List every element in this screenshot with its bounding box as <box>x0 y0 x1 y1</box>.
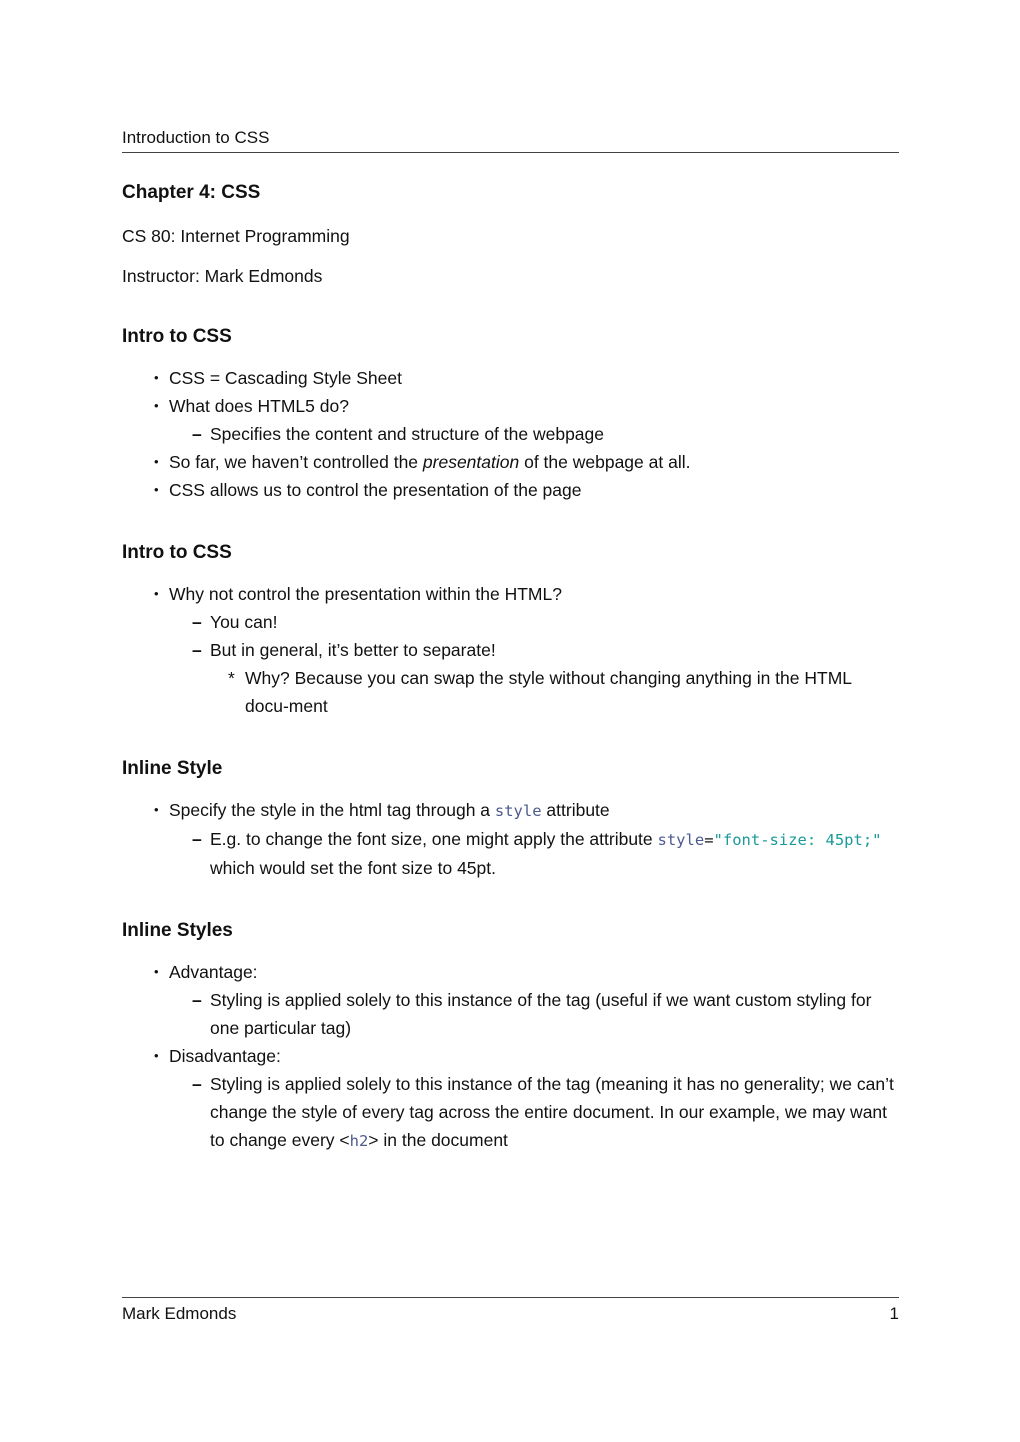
list-item: Specify the style in the html tag throug… <box>122 796 899 825</box>
section-heading: Inline Styles <box>122 920 233 941</box>
text: So far, we haven’t controlled the <box>169 452 423 472</box>
text: E.g. to change the font size, one might … <box>210 829 658 849</box>
chapter-title: Chapter 4: CSS <box>122 182 261 203</box>
code-attribute: style <box>657 831 705 849</box>
bullet-list: CSS = Cascading Style Sheet What does HT… <box>122 364 899 504</box>
list-item: Why not control the presentation within … <box>122 580 899 608</box>
list-item: CSS = Cascading Style Sheet <box>122 364 899 392</box>
inline-code: style <box>494 802 542 820</box>
text: which would set the font size to 45pt. <box>210 858 496 878</box>
list-item: Specifies the content and structure of t… <box>122 420 899 448</box>
section-heading: Intro to CSS <box>122 326 232 347</box>
emphasis-text: presentation <box>422 452 520 472</box>
list-item: Styling is applied solely to this instan… <box>122 1070 899 1155</box>
list-item: What does HTML5 do? <box>122 392 899 420</box>
list-item: E.g. to change the font size, one might … <box>122 825 899 882</box>
bullet-list: Why not control the presentation within … <box>122 580 899 720</box>
list-item: Why? Because you can swap the style with… <box>122 664 899 720</box>
list-item: Advantage: <box>122 958 899 986</box>
footer-author: Mark Edmonds <box>122 1304 237 1323</box>
code-gt: > <box>368 1130 379 1150</box>
text: attribute <box>541 800 610 820</box>
code-lt: < <box>339 1130 350 1150</box>
code-equals: = <box>704 831 714 849</box>
text: of the webpage at all. <box>519 452 691 472</box>
course-name: CS 80: Internet Programming <box>122 226 350 246</box>
page-content: Chapter 4: CSS CS 80: Internet Programmi… <box>122 182 899 1155</box>
text: Styling is applied solely to this instan… <box>210 1074 894 1150</box>
inline-code: h2 <box>349 1132 369 1150</box>
inline-code: style="font-size: 45pt;" <box>658 831 882 849</box>
running-footer: Mark Edmonds 1 <box>122 1297 899 1324</box>
list-item: Styling is applied solely to this instan… <box>122 986 899 1042</box>
text: in the document <box>378 1130 508 1150</box>
bullet-list: Advantage: Styling is applied solely to … <box>122 958 899 1155</box>
text: Specify the style in the html tag throug… <box>169 800 495 820</box>
section-heading: Intro to CSS <box>122 542 232 563</box>
running-header: Introduction to CSS <box>122 126 899 153</box>
list-item: Disadvantage: <box>122 1042 899 1070</box>
list-item: But in general, it’s better to separate! <box>122 636 899 664</box>
section-heading: Inline Style <box>122 758 223 779</box>
list-item: So far, we haven’t controlled the presen… <box>122 448 899 476</box>
page-number: 1 <box>889 1304 899 1323</box>
list-item: CSS allows us to control the presentatio… <box>122 476 899 504</box>
list-item: You can! <box>122 608 899 636</box>
instructor-name: Instructor: Mark Edmonds <box>122 266 323 286</box>
code-string: "font-size: 45pt;" <box>713 831 882 849</box>
bullet-list: Specify the style in the html tag throug… <box>122 796 899 882</box>
